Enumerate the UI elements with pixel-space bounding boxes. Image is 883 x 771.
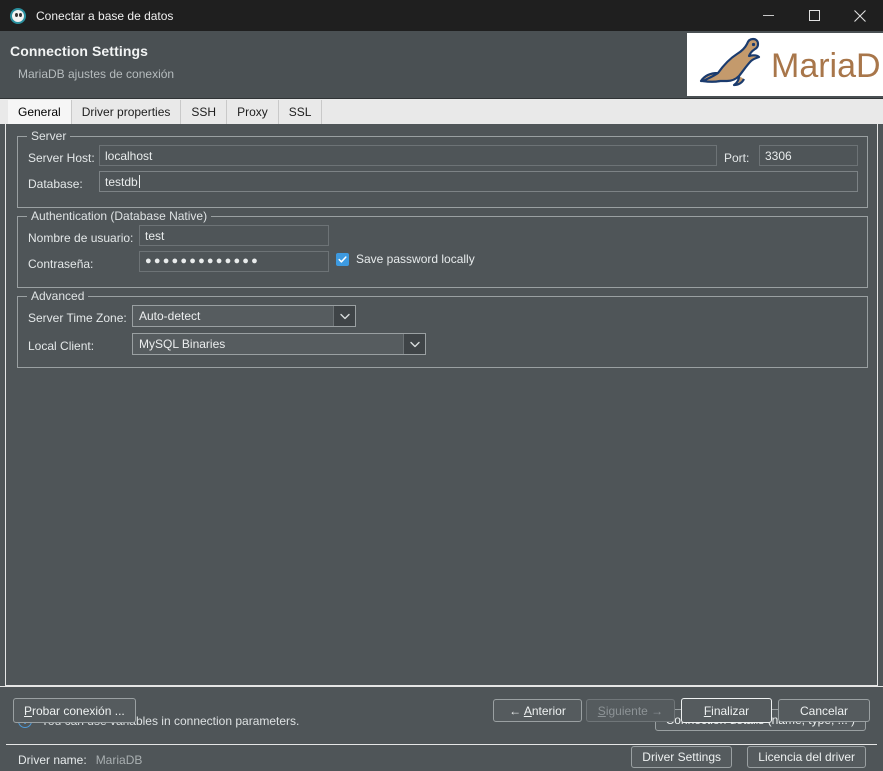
local-client-select[interactable]: MySQL Binaries [132,333,426,355]
checkmark-icon[interactable] [336,253,349,266]
close-icon[interactable] [837,0,883,31]
tab-ssh-label: SSH [191,105,216,119]
tab-bar: General Driver properties SSH Proxy SSL [0,99,883,124]
minimize-icon[interactable] [745,0,791,31]
port-value: 3306 [765,149,792,163]
local-client-value: MySQL Binaries [133,337,403,351]
chevron-down-icon[interactable] [333,306,355,326]
test-connection-label: Probar conexión ... [24,704,125,718]
mariadb-logo: MariaDB [687,33,883,96]
dialog-button-bar: Probar conexión ... ← Anterior Siguiente… [0,686,883,736]
username-value: test [145,229,164,243]
finish-button[interactable]: Finalizar [681,698,772,723]
driver-name-label: Driver name: [18,753,87,767]
tab-driver-properties-label: Driver properties [82,105,171,119]
page-title: Connection Settings [10,43,148,59]
cancel-button[interactable]: Cancelar [778,699,870,722]
advanced-group-title: Advanced [27,289,88,303]
username-label: Nombre de usuario: [28,231,133,245]
server-host-input[interactable]: localhost [99,145,717,166]
tab-proxy-label: Proxy [237,105,268,119]
save-password-label: Save password locally [356,252,475,266]
tab-bar-filler [322,100,883,124]
dbeaver-icon [10,8,26,24]
test-connection-button[interactable]: Probar conexión ... [13,698,136,723]
authentication-group-title: Authentication (Database Native) [27,209,211,223]
username-input[interactable]: test [139,225,329,246]
chevron-down-icon[interactable] [403,334,425,354]
tab-proxy[interactable]: Proxy [227,100,279,124]
window-title: Conectar a base de datos [36,9,173,23]
database-input[interactable]: testdb [99,171,858,192]
next-label: Siguiente → [598,704,663,718]
password-value: ●●●●●●●●●●●●● [145,256,260,267]
page-subtitle: MariaDB ajustes de conexión [18,67,174,81]
dialog-header: Connection Settings MariaDB ajustes de c… [0,31,883,99]
driver-settings-label: Driver Settings [642,750,721,764]
database-value: testdb [105,175,138,189]
password-label: Contraseña: [28,257,93,271]
password-input[interactable]: ●●●●●●●●●●●●● [139,251,329,272]
next-button: Siguiente → [586,699,675,722]
server-time-zone-label: Server Time Zone: [28,311,127,325]
driver-license-label: Licencia del driver [758,750,855,764]
back-button[interactable]: ← Anterior [493,699,582,722]
driver-name-value: MariaDB [96,753,143,767]
driver-settings-button[interactable]: Driver Settings [631,746,732,768]
svg-text:MariaDB: MariaDB [771,47,883,85]
finish-label: Finalizar [704,704,749,718]
port-label: Port: [724,151,749,165]
tab-general-label: General [18,105,61,119]
button-bar-divider [0,686,883,687]
window-controls [745,0,883,31]
text-caret [139,175,140,188]
cancel-label: Cancelar [800,704,848,718]
tab-driver-properties[interactable]: Driver properties [72,100,182,124]
footer-divider [6,744,877,745]
database-label: Database: [28,177,83,191]
settings-panel: Server Server Host: localhost Port: 3306… [5,124,878,686]
server-time-zone-select[interactable]: Auto-detect [132,305,356,327]
port-input[interactable]: 3306 [759,145,858,166]
server-group-title: Server [27,129,70,143]
server-host-value: localhost [105,149,152,163]
local-client-label: Local Client: [28,339,94,353]
back-label: ← Anterior [509,704,566,718]
driver-name-row: Driver name: MariaDB [18,753,142,767]
tab-ssl-label: SSL [289,105,312,119]
tab-general[interactable]: General [8,100,72,124]
server-time-zone-value: Auto-detect [133,309,333,323]
tab-ssh[interactable]: SSH [181,100,227,124]
tab-ssl[interactable]: SSL [279,100,323,124]
title-bar: Conectar a base de datos [0,0,883,31]
server-host-label: Server Host: [28,151,95,165]
driver-license-button[interactable]: Licencia del driver [747,746,866,768]
maximize-icon[interactable] [791,0,837,31]
save-password-checkbox-row[interactable]: Save password locally [336,252,475,266]
